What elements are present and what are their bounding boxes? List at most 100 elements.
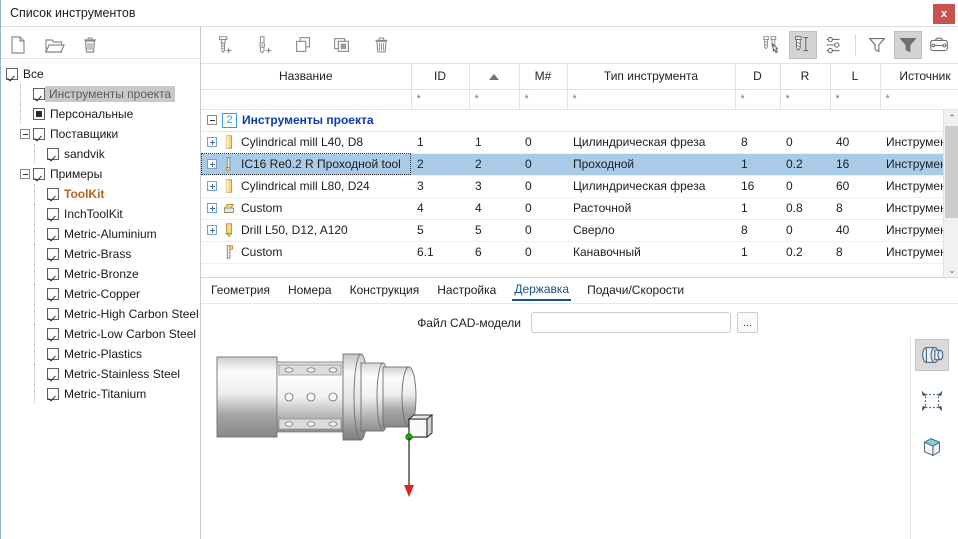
column-filter-type[interactable]: *	[567, 89, 735, 109]
tree-node-checkbox[interactable]	[47, 148, 59, 160]
column-filter-d[interactable]: *	[735, 89, 780, 109]
tab-5[interactable]: Державка	[512, 280, 571, 301]
tree-node[interactable]: Metric-Stainless Steel	[6, 364, 200, 384]
column-filter-r[interactable]: *	[780, 89, 830, 109]
filter-outline-icon[interactable]	[863, 31, 891, 59]
tree-node[interactable]: Metric-Low Carbon Steel	[6, 324, 200, 344]
tree-node-checkbox[interactable]	[33, 108, 45, 120]
table-row[interactable]: Cylindrical mill L40, D8110Цилиндрическа…	[201, 131, 958, 153]
table-row[interactable]: Drill L50, D12, A120550Сверло8040Инструм…	[201, 219, 958, 241]
duplicate-icon[interactable]	[328, 31, 356, 59]
tool-name-label: Drill L50, D12, A120	[241, 223, 348, 237]
holder-preview[interactable]	[201, 337, 958, 539]
table-row[interactable]: IC16 Re0.2 R Проходной tool220Проходной1…	[201, 153, 958, 175]
select-tool-icon[interactable]	[758, 31, 786, 59]
tree-node-checkbox[interactable]	[47, 368, 59, 380]
tree-expander-icon[interactable]	[20, 129, 30, 139]
tab-4[interactable]: Настройка	[435, 281, 498, 300]
cad-file-input[interactable]	[531, 312, 731, 333]
new-icon[interactable]	[7, 34, 29, 56]
tree-node[interactable]: Примеры	[6, 164, 200, 184]
column-filter-sort[interactable]: *	[469, 89, 519, 109]
tree-node-checkbox[interactable]	[47, 288, 59, 300]
column-header-mnum[interactable]: M#	[519, 64, 567, 89]
column-filter-source[interactable]: *	[880, 89, 958, 109]
column-filter-name[interactable]	[201, 89, 411, 109]
column-header-type[interactable]: Тип инструмента	[567, 64, 735, 89]
tab-1[interactable]: Геометрия	[209, 281, 272, 300]
scroll-thumb[interactable]	[945, 126, 958, 218]
tab-6[interactable]: Подачи/Скорости	[585, 281, 686, 300]
table-row[interactable]: Custom440Расточной10.88Инструмент…	[201, 197, 958, 219]
filter-filled-icon[interactable]	[894, 31, 922, 59]
tree-node[interactable]: Поставщики	[6, 124, 200, 144]
tree-node[interactable]: ToolKit	[6, 184, 200, 204]
column-header-r[interactable]: R	[780, 64, 830, 89]
row-expander-icon[interactable]	[207, 225, 217, 235]
table-row[interactable]: Custom6.160Канавочный10.28Инструмент…	[201, 241, 958, 263]
cad-file-browse-button[interactable]: ...	[737, 312, 758, 333]
tree-node-checkbox[interactable]	[33, 128, 45, 140]
delete-icon[interactable]	[79, 34, 101, 56]
tree-node[interactable]: Metric-Bronze	[6, 264, 200, 284]
column-header-source[interactable]: Источник	[880, 64, 958, 89]
tree-node-checkbox[interactable]	[47, 208, 59, 220]
scroll-down-arrow[interactable]: ⌄	[944, 262, 958, 278]
row-expander-icon[interactable]	[207, 159, 217, 169]
tree-node-checkbox[interactable]	[47, 188, 59, 200]
copy-icon[interactable]	[289, 31, 317, 59]
table-group-row[interactable]: 2Инструменты проекта	[201, 109, 958, 131]
tree-node-checkbox[interactable]	[47, 268, 59, 280]
row-expander-icon[interactable]	[207, 137, 217, 147]
table-vertical-scrollbar[interactable]: ⌃ ⌄	[943, 110, 958, 278]
tree-node-checkbox[interactable]	[47, 308, 59, 320]
tree-node-checkbox[interactable]	[47, 328, 59, 340]
open-folder-icon[interactable]	[43, 34, 65, 56]
column-filter-id[interactable]: *	[411, 89, 469, 109]
group-collapse-icon[interactable]	[207, 115, 217, 125]
close-button[interactable]: x	[933, 4, 955, 24]
tree-node-checkbox[interactable]	[33, 88, 45, 100]
tree-node[interactable]: Metric-Titanium	[6, 384, 200, 404]
column-header-d[interactable]: D	[735, 64, 780, 89]
settings-sliders-icon[interactable]	[820, 31, 848, 59]
scroll-up-arrow[interactable]: ⌃	[944, 110, 958, 126]
tree-node[interactable]: Metric-Aluminium	[6, 224, 200, 244]
side-view-icon[interactable]	[915, 339, 949, 371]
tree-expander-icon[interactable]	[20, 169, 30, 179]
tool-measure-icon[interactable]	[789, 31, 817, 59]
new-drill-tool-icon[interactable]	[250, 31, 278, 59]
tree-node-checkbox[interactable]	[33, 168, 45, 180]
tree-node[interactable]: Metric-Plastics	[6, 344, 200, 364]
column-header-name[interactable]: Название	[201, 64, 411, 89]
tree-node-checkbox[interactable]	[47, 388, 59, 400]
column-header-l[interactable]: L	[830, 64, 880, 89]
column-header-id[interactable]: ID	[411, 64, 469, 89]
tree-node[interactable]: Metric-Brass	[6, 244, 200, 264]
column-filter-l[interactable]: *	[830, 89, 880, 109]
iso-view-icon[interactable]	[915, 431, 949, 463]
delete-icon[interactable]	[367, 31, 395, 59]
tree-node[interactable]: Metric-Copper	[6, 284, 200, 304]
tree-node-checkbox[interactable]	[47, 228, 59, 240]
tree-node-checkbox[interactable]	[47, 248, 59, 260]
tree-node-checkbox[interactable]	[47, 348, 59, 360]
table-row[interactable]: Cylindrical mill L80, D24330Цилиндрическ…	[201, 175, 958, 197]
row-expander-icon[interactable]	[207, 181, 217, 191]
row-expander-icon[interactable]	[207, 203, 217, 213]
tree-node[interactable]: Персональные	[6, 104, 200, 124]
tree-node-checkbox[interactable]	[6, 68, 18, 80]
tree-node[interactable]: sandvik	[6, 144, 200, 164]
tree-node[interactable]: Metric-High Carbon Steel	[6, 304, 200, 324]
toolbox-icon[interactable]	[925, 31, 953, 59]
new-mill-tool-icon[interactable]	[211, 31, 239, 59]
tab-3[interactable]: Конструкция	[348, 281, 422, 300]
tree-node-label: Metric-Aluminium	[59, 227, 157, 241]
column-header-sort[interactable]	[469, 64, 519, 89]
tab-2[interactable]: Номера	[286, 281, 334, 300]
fit-view-icon[interactable]	[915, 385, 949, 417]
tree-node[interactable]: Инструменты проекта	[6, 84, 200, 104]
tree-node[interactable]: Все	[6, 64, 200, 84]
tree-node[interactable]: InchToolKit	[6, 204, 200, 224]
column-filter-mnum[interactable]: *	[519, 89, 567, 109]
